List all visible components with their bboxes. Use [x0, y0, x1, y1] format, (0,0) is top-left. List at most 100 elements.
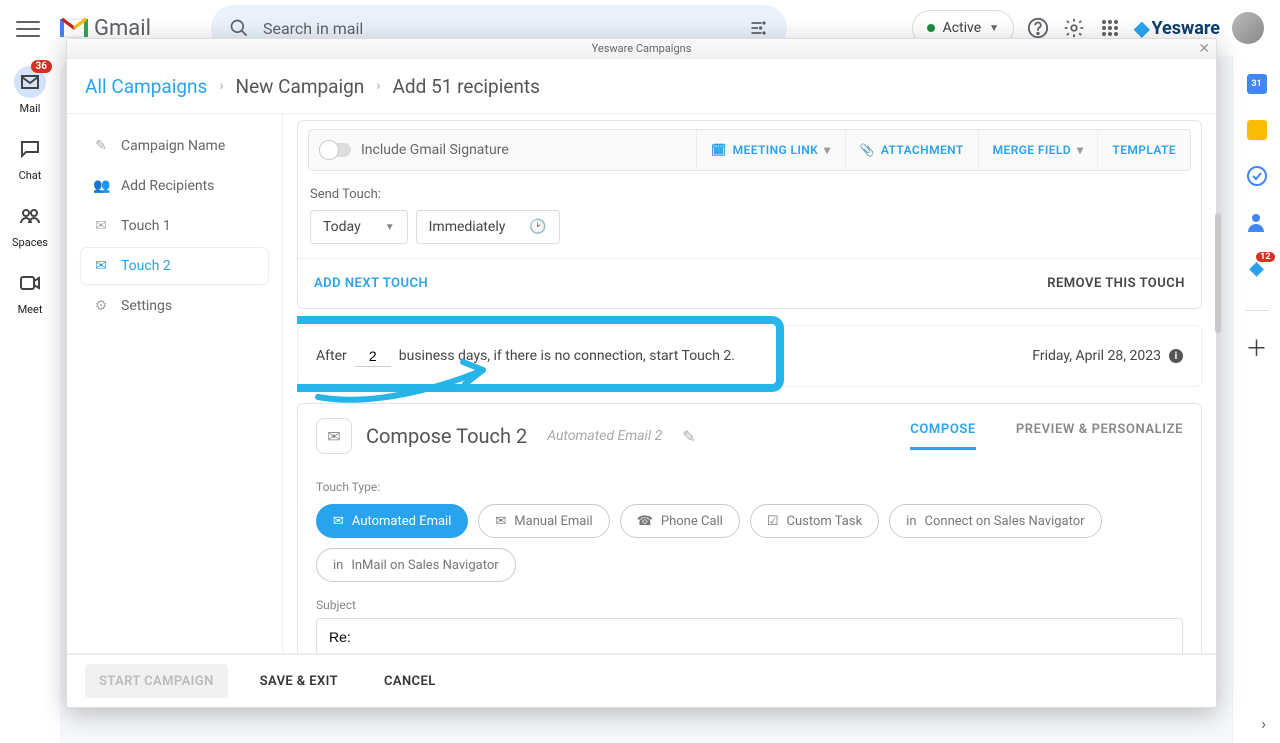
- touch1-card: Include Gmail Signature 🗓MEETING LINK▾ 📎…: [297, 120, 1202, 309]
- linkedin-icon: in: [333, 558, 343, 573]
- modal-footer: START CAMPAIGN SAVE & EXIT CANCEL: [67, 653, 1216, 707]
- calendar-icon[interactable]: 31: [1247, 74, 1267, 94]
- delay-date: Friday, April 28, 2023: [1032, 348, 1161, 364]
- help-icon[interactable]: [1026, 16, 1050, 40]
- send-time-select[interactable]: Immediately🕑: [416, 210, 560, 244]
- users-icon: 👥: [93, 178, 109, 194]
- gmail-logo[interactable]: Gmail: [60, 16, 151, 41]
- gmail-logo-text: Gmail: [94, 16, 151, 41]
- modal-titlebar: Yesware Campaigns ✕: [67, 39, 1216, 59]
- compose-subtitle: Automated Email 2: [547, 428, 662, 444]
- pill-phone-call[interactable]: ☎Phone Call: [620, 504, 740, 538]
- add-icon[interactable]: ＋: [1247, 337, 1267, 357]
- nav-touch-1[interactable]: ✉Touch 1: [81, 208, 268, 244]
- search-options-icon[interactable]: [749, 18, 769, 38]
- linkedin-icon: in: [906, 514, 916, 529]
- merge-field-button[interactable]: MERGE FIELD▾: [978, 130, 1098, 170]
- nav-settings[interactable]: ⚙Settings: [81, 288, 268, 324]
- yesware-modal: Yesware Campaigns ✕ All Campaigns › New …: [66, 38, 1217, 708]
- send-touch-label: Send Touch:: [310, 187, 1189, 202]
- nav-touch-2[interactable]: ✉Touch 2: [81, 248, 268, 284]
- chevron-down-icon: ▼: [385, 222, 395, 233]
- pill-manual-email[interactable]: ✉Manual Email: [478, 504, 609, 538]
- gear-icon: ⚙: [93, 298, 109, 314]
- side-expand-icon[interactable]: ›: [1261, 714, 1266, 733]
- chevron-down-icon: ▼: [989, 23, 999, 34]
- contacts-icon[interactable]: [1247, 212, 1267, 232]
- yesware-side-icon[interactable]: ◆12: [1247, 258, 1267, 278]
- subject-input[interactable]: [316, 618, 1183, 653]
- chevron-down-icon: ▾: [1077, 143, 1083, 157]
- pill-inmail-navigator[interactable]: inInMail on Sales Navigator: [316, 548, 516, 582]
- crumb-add-recipients: Add 51 recipients: [393, 75, 540, 98]
- modal-sidebar: ✎Campaign Name 👥Add Recipients ✉Touch 1 …: [67, 114, 283, 653]
- search-placeholder: Search in mail: [263, 19, 749, 38]
- pill-custom-task[interactable]: ☑Custom Task: [750, 504, 879, 538]
- info-icon[interactable]: i: [1169, 349, 1183, 363]
- mail-badge: 36: [31, 60, 52, 73]
- compose-toolbar: Include Gmail Signature 🗓MEETING LINK▾ 📎…: [308, 129, 1191, 171]
- settings-icon[interactable]: [1062, 16, 1086, 40]
- mail-send-icon: ✉: [93, 218, 109, 234]
- tasks-icon[interactable]: [1247, 166, 1267, 186]
- mail-send-icon: ✉: [93, 258, 109, 274]
- meeting-link-button[interactable]: 🗓MEETING LINK▾: [696, 130, 845, 170]
- apps-icon[interactable]: [1098, 16, 1122, 40]
- rail-spaces[interactable]: Spaces: [0, 200, 60, 249]
- paperclip-icon: 📎: [860, 143, 875, 157]
- compose-mail-icon: ✉: [316, 418, 352, 454]
- mail-auto-icon: ✉: [333, 514, 344, 529]
- clock-icon: 🕑: [529, 219, 546, 235]
- avatar[interactable]: [1232, 12, 1264, 44]
- save-exit-button[interactable]: SAVE & EXIT: [246, 664, 352, 698]
- edit-title-icon[interactable]: ✎: [682, 427, 695, 446]
- rail-chat[interactable]: Chat: [0, 133, 60, 182]
- tab-compose[interactable]: COMPOSE: [910, 422, 976, 450]
- touch-type-label: Touch Type:: [316, 480, 1183, 494]
- compose-card: ✉ Compose Touch 2 Automated Email 2 ✎ CO…: [297, 403, 1202, 653]
- breadcrumb: All Campaigns › New Campaign › Add 51 re…: [67, 59, 1216, 114]
- chevron-right-icon: ›: [376, 78, 380, 94]
- delay-after-label: After: [316, 348, 347, 364]
- rail-mail[interactable]: 36 Mail: [0, 66, 60, 115]
- template-button[interactable]: TEMPLATE: [1097, 130, 1190, 170]
- crumb-all-campaigns[interactable]: All Campaigns: [85, 75, 207, 98]
- status-dot-icon: [927, 24, 935, 32]
- delay-suffix-label: business days, if there is no connection…: [399, 348, 735, 364]
- send-day-select[interactable]: Today▼: [310, 210, 408, 244]
- start-campaign-button[interactable]: START CAMPAIGN: [85, 664, 228, 698]
- mail-icon: ✉: [495, 514, 506, 529]
- signature-label: Include Gmail Signature: [361, 142, 509, 158]
- chevron-right-icon: ›: [219, 78, 223, 94]
- phone-icon: ☎: [637, 514, 653, 529]
- pill-connect-navigator[interactable]: inConnect on Sales Navigator: [889, 504, 1101, 538]
- delay-days-input[interactable]: [355, 346, 391, 367]
- gmail-left-rail: 36 Mail Chat Spaces Meet: [0, 56, 60, 743]
- task-icon: ☑: [767, 514, 779, 529]
- delay-card: After business days, if there is no conn…: [297, 325, 1202, 387]
- cancel-button[interactable]: CANCEL: [370, 664, 450, 698]
- close-icon[interactable]: ✕: [1198, 41, 1210, 57]
- nav-campaign-name[interactable]: ✎Campaign Name: [81, 128, 268, 164]
- attachment-button[interactable]: 📎ATTACHMENT: [845, 130, 978, 170]
- subject-label: Subject: [316, 598, 1183, 612]
- status-label: Active: [943, 20, 982, 36]
- calendar-icon: 🗓: [711, 143, 727, 157]
- tab-preview[interactable]: PREVIEW & PERSONALIZE: [1016, 422, 1183, 450]
- remove-touch-button[interactable]: REMOVE THIS TOUCH: [1047, 276, 1185, 291]
- crumb-new-campaign: New Campaign: [236, 75, 365, 98]
- keep-icon[interactable]: [1247, 120, 1267, 140]
- add-next-touch-button[interactable]: ADD NEXT TOUCH: [314, 276, 428, 291]
- chevron-down-icon: ▾: [824, 143, 830, 157]
- gmail-side-panel: 31 ◆12 ＋ ›: [1232, 56, 1280, 743]
- nav-add-recipients[interactable]: 👥Add Recipients: [81, 168, 268, 204]
- rail-meet[interactable]: Meet: [0, 267, 60, 316]
- signature-toggle[interactable]: [321, 143, 351, 157]
- pill-automated-email[interactable]: ✉Automated Email: [316, 504, 468, 538]
- pencil-icon: ✎: [93, 138, 109, 154]
- yesware-logo[interactable]: ◆Yesware: [1134, 16, 1220, 40]
- search-icon: [229, 18, 249, 38]
- modal-main: Include Gmail Signature 🗓MEETING LINK▾ 📎…: [283, 114, 1216, 653]
- main-menu-icon[interactable]: [16, 16, 40, 40]
- compose-title: Compose Touch 2: [366, 424, 527, 448]
